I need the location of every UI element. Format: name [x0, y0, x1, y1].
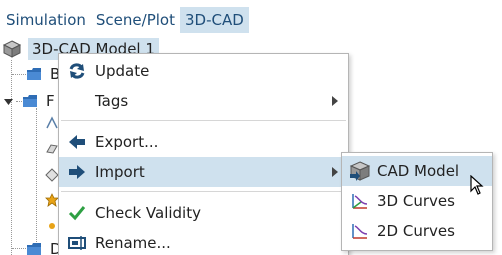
2d-curves-icon: [349, 220, 371, 242]
menu-item-rename[interactable]: Rename...: [59, 228, 348, 255]
menu-item-export[interactable]: Export...: [59, 127, 348, 157]
menu-item-tags[interactable]: Tags: [59, 86, 348, 116]
tree-node-folder[interactable]: F: [4, 90, 55, 112]
feature-icon: [45, 168, 59, 182]
tree-guide-line: [36, 108, 37, 248]
export-icon: [67, 132, 87, 152]
submenu-arrow-icon: [332, 96, 338, 106]
menu-item-label: Update: [95, 62, 150, 80]
submenu-item-label: 3D Curves: [377, 192, 455, 210]
menu-item-label: Import: [95, 163, 145, 181]
folder-icon: [23, 95, 37, 107]
submenu-item-label: 2D Curves: [377, 222, 455, 240]
sketch-icon: [46, 116, 58, 129]
tree-node-folder[interactable]: B: [26, 63, 60, 85]
tree-node-folder[interactable]: D: [26, 238, 62, 255]
menu-item-label: Check Validity: [95, 204, 201, 222]
menu-item-update[interactable]: Update: [59, 56, 348, 86]
cad-model-icon: [349, 160, 371, 182]
checkmark-icon: [67, 203, 87, 223]
mouse-cursor-icon: [470, 175, 484, 195]
3d-curves-icon: [349, 190, 371, 212]
refresh-icon: [67, 61, 87, 81]
plane-icon: [46, 144, 58, 154]
menu-item-label: Rename...: [95, 234, 171, 252]
menu-item-label: Tags: [95, 92, 129, 110]
folder-icon: [27, 243, 41, 255]
cad-model-icon: [2, 40, 22, 58]
submenu-item-label: CAD Model: [377, 162, 460, 180]
point-icon: [49, 223, 55, 229]
import-submenu: CAD Model 3D Curves 2D Curves: [341, 152, 493, 251]
context-menu: Update Tags Export... Import Check Valid…: [58, 53, 349, 255]
folder-icon: [27, 68, 41, 80]
tab-simulation[interactable]: Simulation: [0, 7, 91, 33]
rename-icon: [67, 233, 87, 253]
submenu-item-2d-curves[interactable]: 2D Curves: [342, 216, 492, 246]
tab-scene-plot[interactable]: Scene/Plot: [91, 7, 180, 33]
menu-separator: [61, 120, 346, 121]
tree-guide-line: [12, 248, 26, 249]
collapse-triangle-icon[interactable]: [4, 97, 13, 106]
menu-item-check-validity[interactable]: Check Validity: [59, 198, 348, 228]
import-icon: [67, 162, 87, 182]
submenu-arrow-icon: [332, 167, 338, 177]
menu-separator: [61, 191, 346, 192]
star-feature-icon: [45, 193, 59, 207]
tree-node-label: F: [46, 92, 55, 110]
tree-guide-line: [12, 74, 26, 75]
menu-item-label: Export...: [95, 133, 159, 151]
cad-workspace: Simulation Scene/Plot 3D-CAD 3D-CAD Mode…: [0, 0, 502, 255]
menu-item-import[interactable]: Import: [59, 157, 348, 187]
tab-bar: Simulation Scene/Plot 3D-CAD: [0, 6, 249, 34]
tab-3d-cad[interactable]: 3D-CAD: [179, 7, 249, 33]
